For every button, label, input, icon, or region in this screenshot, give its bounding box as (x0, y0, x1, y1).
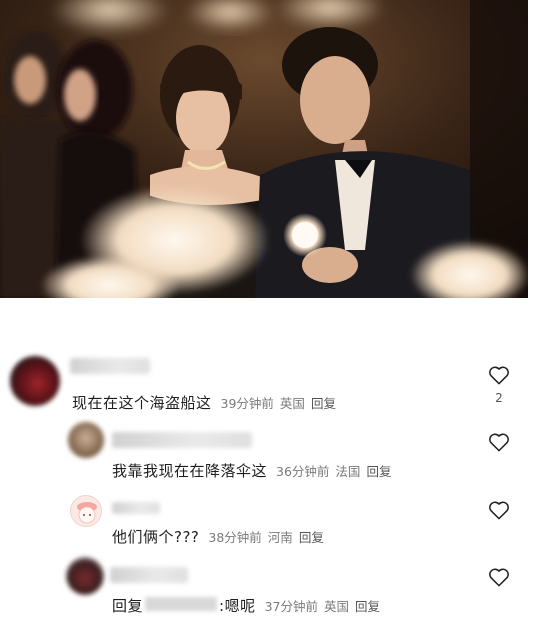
comment-time: 39分钟前 (220, 396, 274, 411)
comment-location: 英国 (323, 599, 349, 614)
reply-button[interactable]: 回复 (299, 527, 324, 546)
like-count: 2 (495, 391, 503, 405)
comment-3: 他们俩个??? 38分钟前 河南 回复 (0, 490, 536, 555)
commenter-name-redacted[interactable] (112, 502, 160, 514)
like-button[interactable] (486, 432, 512, 452)
commenter-avatar[interactable] (70, 495, 102, 527)
comment-time: 38分钟前 (208, 530, 262, 545)
commenter-avatar[interactable] (68, 422, 104, 458)
heart-outline-icon (489, 366, 509, 385)
like-button[interactable] (486, 500, 512, 520)
comment-time: 37分钟前 (264, 599, 318, 614)
commenter-avatar[interactable] (66, 557, 104, 595)
reply-button[interactable]: 回复 (311, 393, 336, 412)
commenter-name-redacted[interactable] (112, 432, 252, 448)
comment-time: 36分钟前 (276, 464, 330, 479)
comment-text: 他们俩个??? (112, 528, 200, 546)
avatar-face-icon (77, 502, 97, 524)
reply-prefix: 回复 (112, 597, 144, 615)
like-button[interactable]: 2 (486, 365, 512, 405)
comment-text: 现在在这个海盗船这 (72, 394, 212, 412)
comment-location: 法国 (335, 464, 361, 479)
heart-outline-icon (489, 568, 509, 587)
photo-scene-image (0, 0, 528, 298)
comment-location: 英国 (279, 396, 305, 411)
comment-4: 回复 :嗯呢 37分钟前 英国 回复 (0, 555, 536, 620)
comment-location: 河南 (267, 530, 293, 545)
commenter-name-redacted[interactable] (110, 567, 188, 583)
commenter-avatar[interactable] (10, 356, 60, 406)
commenter-name-redacted[interactable] (70, 358, 150, 374)
post-photo[interactable] (0, 0, 528, 298)
like-button[interactable] (486, 567, 512, 587)
comment-text: 我靠我现在在降落伞这 (112, 462, 268, 480)
comment-1: 现在在这个海盗船这 39分钟前 英国 回复 2 (0, 340, 536, 415)
heart-outline-icon (489, 501, 509, 520)
replied-user-redacted[interactable] (145, 597, 218, 611)
reply-button[interactable]: 回复 (355, 596, 380, 615)
reply-button[interactable]: 回复 (366, 461, 391, 480)
comment-text: :嗯呢 (219, 597, 256, 615)
heart-outline-icon (489, 433, 509, 452)
comment-2: 我靠我现在在降落伞这 36分钟前 法国 回复 (0, 420, 536, 488)
